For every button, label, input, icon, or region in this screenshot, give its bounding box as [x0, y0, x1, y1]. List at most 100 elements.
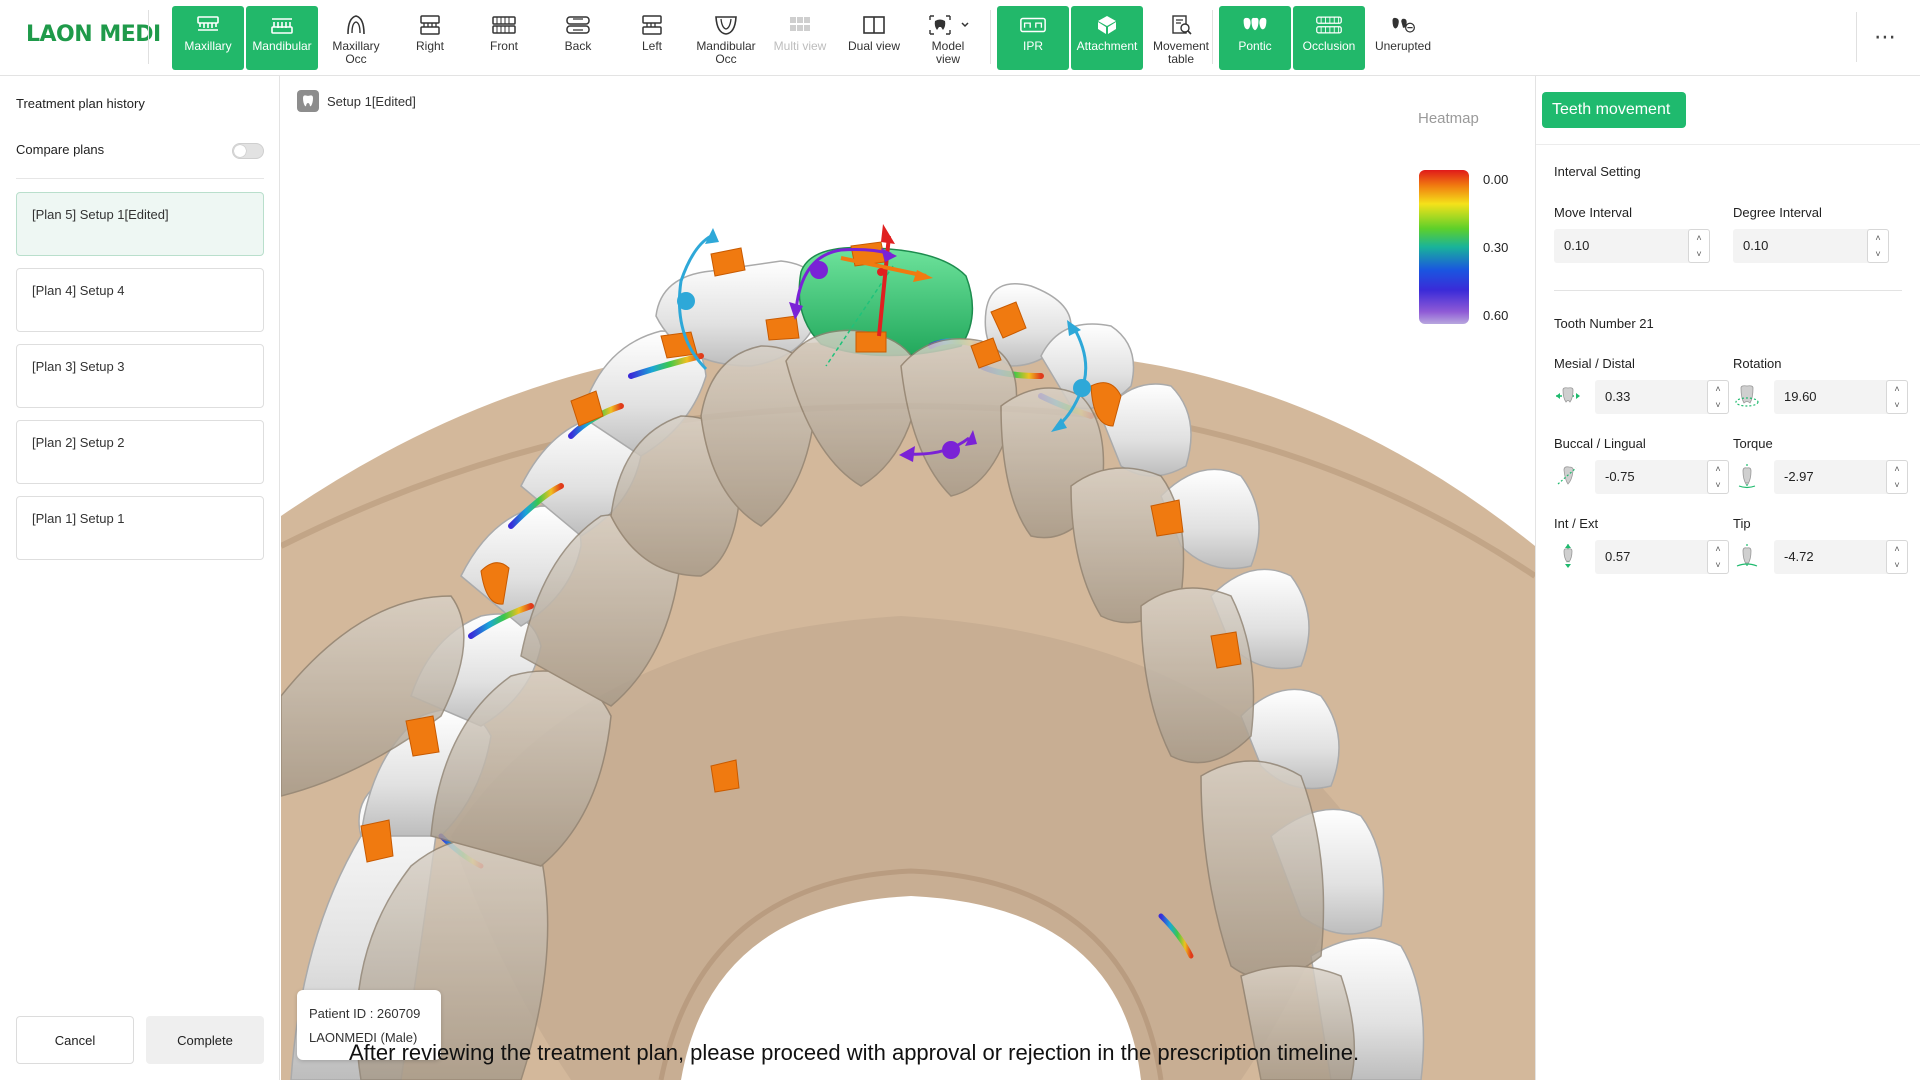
- maxillary-button[interactable]: Maxillary: [172, 6, 244, 70]
- chevron-down-icon[interactable]: ˅: [1894, 480, 1899, 490]
- stepper-arrows[interactable]: ˄ ˅: [1886, 460, 1908, 494]
- chevron-up-icon[interactable]: ˄: [1894, 544, 1899, 554]
- back-view-button[interactable]: Back: [542, 6, 614, 70]
- heatmap-color-scale: [1419, 170, 1469, 324]
- stepper-arrows[interactable]: ˄ ˅: [1707, 380, 1729, 414]
- stepper-arrows[interactable]: ˄ ˅: [1886, 380, 1908, 414]
- multi-view-button[interactable]: Multi view: [764, 6, 836, 70]
- plan-item-1[interactable]: [Plan 1] Setup 1: [16, 496, 264, 560]
- heatmap-label-mid: 0.30: [1483, 240, 1509, 255]
- front-view-button[interactable]: Front: [468, 6, 540, 70]
- dual-view-icon: [860, 14, 888, 36]
- heatmap-tab[interactable]: Heatmap: [1418, 110, 1479, 127]
- chevron-up-icon[interactable]: ˄: [1875, 233, 1880, 243]
- maxillary-occ-button[interactable]: Maxillary Occ: [320, 6, 392, 70]
- stepper-arrows[interactable]: ˄ ˅: [1688, 229, 1710, 263]
- panel-section-divider: [1554, 290, 1902, 291]
- heatmap-label-max: 0.60: [1483, 308, 1509, 323]
- tip-label: Tip: [1733, 516, 1751, 531]
- tip-icon: [1733, 542, 1761, 570]
- model-view-button[interactable]: Model view: [912, 6, 984, 70]
- rotation-stepper[interactable]: 19.60 ˄ ˅: [1774, 380, 1908, 414]
- attachment-icon: [1093, 14, 1121, 36]
- right-view-button[interactable]: Right: [394, 6, 466, 70]
- stepper-arrows[interactable]: ˄ ˅: [1867, 229, 1889, 263]
- chevron-up-icon[interactable]: ˄: [1696, 233, 1701, 243]
- plan-item-5[interactable]: [Plan 5] Setup 1[Edited]: [16, 192, 264, 256]
- toolbar-divider: [148, 10, 149, 64]
- setup-label-chip: Setup 1[Edited]: [297, 90, 416, 112]
- back-view-icon: [564, 14, 592, 36]
- ipr-button[interactable]: IPR: [997, 6, 1069, 70]
- torque-stepper[interactable]: -2.97 ˄ ˅: [1774, 460, 1908, 494]
- ipr-icon: [1019, 14, 1047, 36]
- right-view-icon: [416, 14, 444, 36]
- chevron-down-icon[interactable]: ˅: [1875, 249, 1880, 259]
- maxillary-icon: [194, 14, 222, 36]
- chevron-down-icon[interactable]: ˅: [1894, 560, 1899, 570]
- chevron-up-icon[interactable]: ˄: [1715, 464, 1720, 474]
- unerupted-button[interactable]: Unerupted: [1367, 6, 1439, 70]
- degree-interval-stepper[interactable]: 0.10 ˄ ˅: [1733, 229, 1889, 263]
- attachment-button[interactable]: Attachment: [1071, 6, 1143, 70]
- mesial-distal-stepper[interactable]: 0.33 ˄ ˅: [1595, 380, 1729, 414]
- stepper-arrows[interactable]: ˄ ˅: [1707, 540, 1729, 574]
- rotation-label: Rotation: [1733, 356, 1782, 371]
- cancel-button[interactable]: Cancel: [16, 1016, 134, 1064]
- buccal-lingual-icon: [1554, 462, 1582, 490]
- occlusion-icon: [1315, 14, 1343, 36]
- toolbar-divider: [1856, 12, 1857, 62]
- left-view-button[interactable]: Left: [616, 6, 688, 70]
- heatmap-label-min: 0.00: [1483, 172, 1509, 187]
- mandibular-occ-icon: [712, 14, 740, 36]
- treatment-plan-sidebar: Treatment plan history Compare plans [Pl…: [0, 76, 280, 1080]
- buccal-lingual-stepper[interactable]: -0.75 ˄ ˅: [1595, 460, 1729, 494]
- mandibular-button[interactable]: Mandibular: [246, 6, 318, 70]
- degree-interval-label: Degree Interval: [1733, 205, 1822, 220]
- move-interval-stepper[interactable]: 0.10 ˄ ˅: [1554, 229, 1710, 263]
- multi-view-icon: [786, 14, 814, 36]
- tip-stepper[interactable]: -4.72 ˄ ˅: [1774, 540, 1908, 574]
- left-view-icon: [638, 14, 666, 36]
- top-toolbar: LAON MEDI Maxillary Mandibular Maxillary…: [0, 0, 1920, 76]
- chevron-down-icon[interactable]: ˅: [1715, 560, 1720, 570]
- int-ext-stepper[interactable]: 0.57 ˄ ˅: [1595, 540, 1729, 574]
- complete-button[interactable]: Complete: [146, 1016, 264, 1064]
- chevron-down-icon[interactable]: ˅: [1894, 400, 1899, 410]
- chevron-up-icon[interactable]: ˄: [1894, 464, 1899, 474]
- movement-table-button[interactable]: Movement table: [1145, 6, 1217, 70]
- chevron-up-icon[interactable]: ˄: [1894, 384, 1899, 394]
- occlusion-button[interactable]: Occlusion: [1293, 6, 1365, 70]
- chevron-down-icon[interactable]: ˅: [1715, 480, 1720, 490]
- plan-item-3[interactable]: [Plan 3] Setup 3: [16, 344, 264, 408]
- plan-label: [Plan 2] Setup 2: [32, 435, 125, 450]
- rotation-icon: [1733, 382, 1761, 410]
- interval-setting-title: Interval Setting: [1554, 164, 1641, 179]
- tab-teeth-movement[interactable]: Teeth movement: [1542, 92, 1686, 128]
- dental-model-scene[interactable]: [281, 76, 1535, 1080]
- plan-label: [Plan 4] Setup 4: [32, 283, 125, 298]
- torque-label: Torque: [1733, 436, 1773, 451]
- tooth-number-title: Tooth Number 21: [1554, 316, 1654, 331]
- pontic-button[interactable]: Pontic: [1219, 6, 1291, 70]
- compare-plans-toggle[interactable]: [232, 143, 264, 159]
- mandibular-occ-button[interactable]: Mandibular Occ: [690, 6, 762, 70]
- dual-view-button[interactable]: Dual view: [838, 6, 910, 70]
- mesial-distal-icon: [1554, 382, 1582, 410]
- int-ext-icon: [1554, 542, 1582, 570]
- plan-label: [Plan 1] Setup 1: [32, 511, 125, 526]
- chevron-down-icon[interactable]: ˅: [1715, 400, 1720, 410]
- more-options-icon[interactable]: ⋯: [1870, 24, 1900, 50]
- chevron-up-icon[interactable]: ˄: [1715, 544, 1720, 554]
- 3d-viewport[interactable]: Setup 1[Edited] Heatmap 0.00 0.30 0.60 P…: [281, 76, 1535, 1080]
- maxillary-occ-icon: [342, 14, 370, 36]
- stepper-arrows[interactable]: ˄ ˅: [1707, 460, 1729, 494]
- plan-item-2[interactable]: [Plan 2] Setup 2: [16, 420, 264, 484]
- chevron-up-icon[interactable]: ˄: [1715, 384, 1720, 394]
- stepper-arrows[interactable]: ˄ ˅: [1886, 540, 1908, 574]
- compare-plans-label: Compare plans: [16, 142, 105, 157]
- plan-item-4[interactable]: [Plan 4] Setup 4: [16, 268, 264, 332]
- chevron-down-icon[interactable]: ˅: [1696, 249, 1701, 259]
- buccal-lingual-label: Buccal / Lingual: [1554, 436, 1646, 451]
- torque-icon: [1733, 462, 1761, 490]
